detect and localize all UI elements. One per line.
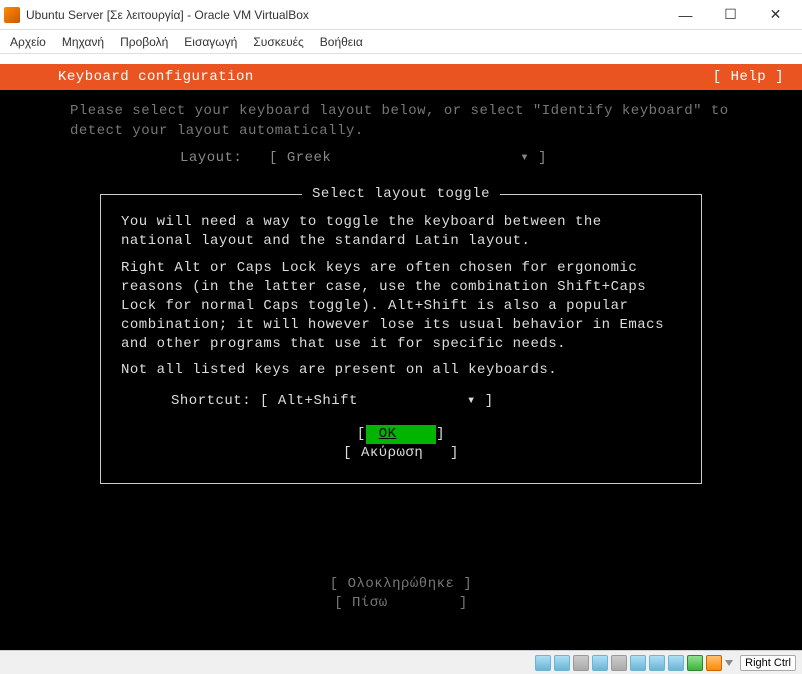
recording-icon[interactable] [668,655,684,671]
ok-button[interactable]: OK [366,425,436,444]
instructions-text: Please select your keyboard layout below… [0,90,802,145]
audio-icon[interactable] [573,655,589,671]
shortcut-label: Shortcut: [171,393,251,409]
hostkey-arrow-icon [725,660,733,666]
menu-devices[interactable]: Συσκευές [253,35,303,49]
menu-input[interactable]: Εισαγωγή [184,35,237,49]
hdd-icon[interactable] [535,655,551,671]
menu-machine[interactable]: Μηχανή [62,35,104,49]
back-button[interactable]: [ Πίσω ] [0,594,802,613]
installer-title: Keyboard configuration [58,69,254,85]
network-icon[interactable] [592,655,608,671]
done-button[interactable]: [ Ολοκληρώθηκε ] [0,575,802,594]
vm-display[interactable]: Keyboard configuration [ Help ] Please s… [0,64,802,655]
menu-help[interactable]: Βοήθεια [320,35,363,49]
usb-icon[interactable] [611,655,627,671]
installer-header: Keyboard configuration [ Help ] [0,64,802,90]
shortcut-row: Shortcut: [ Alt+Shift ▾ ] [121,392,681,411]
menu-view[interactable]: Προβολή [120,35,168,49]
maximize-button[interactable]: ☐ [708,0,753,29]
window-title: Ubuntu Server [Σε λειτουργία] - Oracle V… [26,8,309,22]
layout-label: Layout: [180,150,242,166]
layout-row: Layout: [ Greek ▾ ] [0,145,802,166]
chevron-down-icon[interactable]: ▾ [520,150,529,166]
chevron-down-icon[interactable]: ▾ [467,393,476,409]
layout-value[interactable]: Greek [287,150,332,166]
layout-toggle-dialog: Select layout toggle You will need a way… [100,194,702,484]
footer-buttons: [ Ολοκληρώθηκε ] [ Πίσω ] [0,575,802,613]
dialog-paragraph-1: You will need a way to toggle the keyboa… [121,213,681,251]
statusbar: Right Ctrl [0,650,802,674]
shared-folder-icon[interactable] [630,655,646,671]
dialog-title: Select layout toggle [302,185,500,204]
window-titlebar: Ubuntu Server [Σε λειτουργία] - Oracle V… [0,0,802,30]
cpu-icon[interactable] [687,655,703,671]
close-button[interactable]: ✕ [753,0,798,29]
shortcut-value[interactable]: Alt+Shift [278,393,358,409]
menubar: Αρχείο Μηχανή Προβολή Εισαγωγή Συσκευές … [0,30,802,54]
cancel-button[interactable]: [ Ακύρωση ] [343,444,459,463]
help-button[interactable]: [ Help ] [713,69,784,85]
menu-file[interactable]: Αρχείο [10,35,46,49]
minimize-button[interactable]: — [663,0,708,29]
display-icon[interactable] [649,655,665,671]
optical-icon[interactable] [554,655,570,671]
dialog-paragraph-3: Not all listed keys are present on all k… [121,361,681,380]
virtualbox-icon [4,7,20,23]
mouse-integration-icon[interactable] [706,655,722,671]
dialog-paragraph-2: Right Alt or Caps Lock keys are often ch… [121,259,681,353]
hostkey-indicator[interactable]: Right Ctrl [740,655,796,671]
